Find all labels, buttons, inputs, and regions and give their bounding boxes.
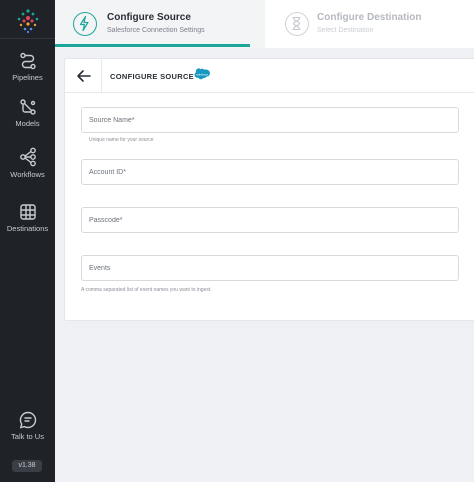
back-button[interactable] (73, 66, 95, 86)
card-title: CONFIGURE SOURCE (110, 72, 194, 81)
lightning-icon (73, 12, 97, 36)
app-logo[interactable] (15, 8, 41, 34)
models-icon (19, 99, 36, 115)
step-title: Configure Source (107, 12, 191, 23)
sidebar: Pipelines Models Workflows Destinations … (0, 0, 55, 482)
step-configure-source[interactable]: Configure Source Salesforce Connection S… (55, 0, 265, 48)
step-progress-bar (55, 44, 250, 47)
svg-text:salesforce: salesforce (196, 72, 208, 76)
sidebar-item-destinations[interactable]: Destinations (0, 203, 55, 233)
configure-source-card: CONFIGURE SOURCE salesforce Unique name … (64, 58, 474, 321)
source-name-input[interactable] (82, 108, 458, 132)
account-id-field[interactable] (81, 159, 459, 185)
sidebar-item-pipelines[interactable]: Pipelines (0, 52, 55, 82)
header-divider (101, 59, 102, 93)
passcode-input[interactable] (82, 208, 458, 232)
account-id-input[interactable] (82, 160, 458, 184)
source-name-field[interactable] (81, 107, 459, 133)
sidebar-item-label: Destinations (6, 224, 49, 233)
passcode-field[interactable] (81, 207, 459, 233)
sidebar-item-label: Models (15, 119, 40, 128)
talk-to-us-label: Talk to Us (11, 432, 44, 441)
sidebar-divider (0, 38, 55, 39)
workflows-icon (19, 147, 36, 167)
events-field[interactable] (81, 255, 459, 281)
talk-to-us-button[interactable]: Talk to Us (0, 411, 55, 441)
chat-icon (19, 411, 36, 429)
version-badge: v1.38 (12, 460, 42, 472)
step-subtitle: Select Destination (317, 27, 374, 34)
events-helper: A comma separated list of event names yo… (81, 287, 212, 293)
salesforce-logo-icon: salesforce (194, 68, 210, 80)
sidebar-item-label: Pipelines (12, 73, 43, 82)
events-input[interactable] (82, 256, 458, 280)
sidebar-item-workflows[interactable]: Workflows (0, 147, 55, 179)
step-subtitle: Salesforce Connection Settings (107, 27, 205, 34)
pipelines-icon (19, 52, 36, 70)
step-title: Configure Destination (317, 12, 422, 23)
arrow-left-icon (77, 70, 91, 82)
step-configure-destination[interactable]: Configure Destination Select Destination (265, 0, 474, 48)
card-header: CONFIGURE SOURCE salesforce (65, 59, 474, 93)
hourglass-icon (285, 12, 309, 36)
destinations-icon (19, 204, 36, 220)
sidebar-item-models[interactable]: Models (0, 98, 55, 128)
stepper: Configure Source Salesforce Connection S… (55, 0, 474, 48)
source-name-helper: Unique name for your source (89, 137, 154, 143)
sidebar-item-label: Workflows (10, 170, 45, 179)
